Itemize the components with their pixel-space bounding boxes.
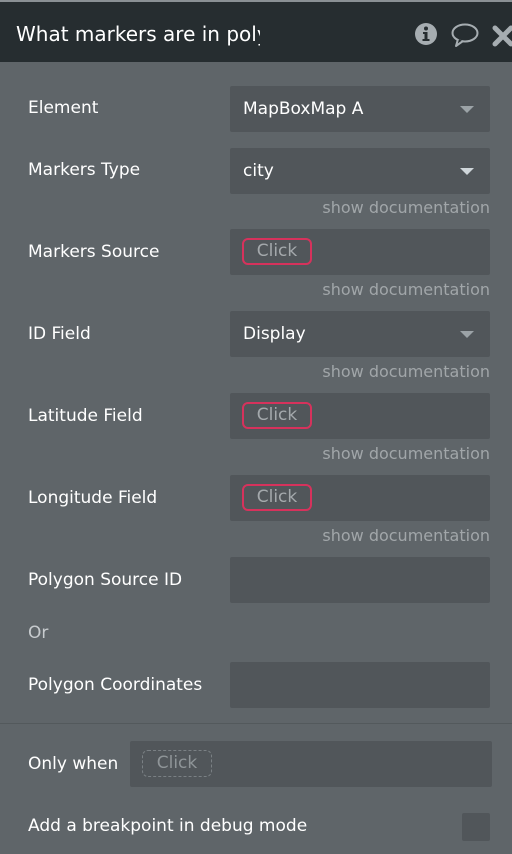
element-label: Element: [28, 98, 99, 118]
id-field-value: Display: [243, 324, 306, 344]
longitude-field-label: Longitude Field: [28, 488, 158, 508]
section-divider: [0, 723, 512, 724]
element-dropdown[interactable]: MapBoxMap A: [230, 86, 490, 132]
latitude-field-label: Latitude Field: [28, 406, 143, 426]
latitude-field[interactable]: Click: [230, 393, 490, 439]
id-field-label: ID Field: [28, 324, 91, 344]
markers-type-doc-link[interactable]: show documentation: [322, 198, 490, 218]
breakpoint-checkbox[interactable]: [462, 813, 490, 841]
polygon-coordinates-input[interactable]: [230, 662, 490, 708]
markers-type-label: Markers Type: [28, 160, 141, 180]
panel-header: What markers are in poly: [0, 0, 512, 62]
chevron-down-icon: [460, 168, 474, 175]
info-icon[interactable]: [414, 22, 438, 46]
polygon-source-id-label: Polygon Source ID: [28, 570, 183, 590]
longitude-field[interactable]: Click: [230, 475, 490, 521]
markers-source-label: Markers Source: [28, 242, 160, 262]
markers-source-field[interactable]: Click: [230, 229, 490, 275]
chevron-down-icon: [460, 106, 474, 113]
polygon-source-id-input[interactable]: [230, 557, 490, 603]
action-title[interactable]: What markers are in poly: [16, 20, 260, 48]
chevron-down-icon: [460, 331, 474, 338]
polygon-coordinates-label: Polygon Coordinates: [28, 675, 203, 695]
longitude-field-doc-link[interactable]: show documentation: [322, 526, 490, 546]
id-field-doc-link[interactable]: show documentation: [322, 362, 490, 382]
only-when-condition-field[interactable]: Click: [130, 741, 492, 787]
longitude-click-button[interactable]: Click: [242, 484, 312, 511]
markers-type-dropdown[interactable]: city: [230, 148, 490, 194]
latitude-field-doc-link[interactable]: show documentation: [322, 444, 490, 464]
comment-icon[interactable]: [450, 22, 480, 48]
latitude-click-button[interactable]: Click: [242, 402, 312, 429]
markers-type-value: city: [243, 161, 274, 181]
breakpoint-label: Add a breakpoint in debug mode: [28, 816, 308, 836]
close-icon[interactable]: [492, 25, 512, 47]
only-when-click-button[interactable]: Click: [142, 750, 212, 777]
only-when-label: Only when: [28, 754, 119, 774]
element-value: MapBoxMap A: [243, 99, 364, 119]
or-separator-text: Or: [28, 623, 49, 643]
markers-source-click-button[interactable]: Click: [242, 238, 312, 265]
id-field-dropdown[interactable]: Display: [230, 311, 490, 357]
markers-source-doc-link[interactable]: show documentation: [322, 280, 490, 300]
